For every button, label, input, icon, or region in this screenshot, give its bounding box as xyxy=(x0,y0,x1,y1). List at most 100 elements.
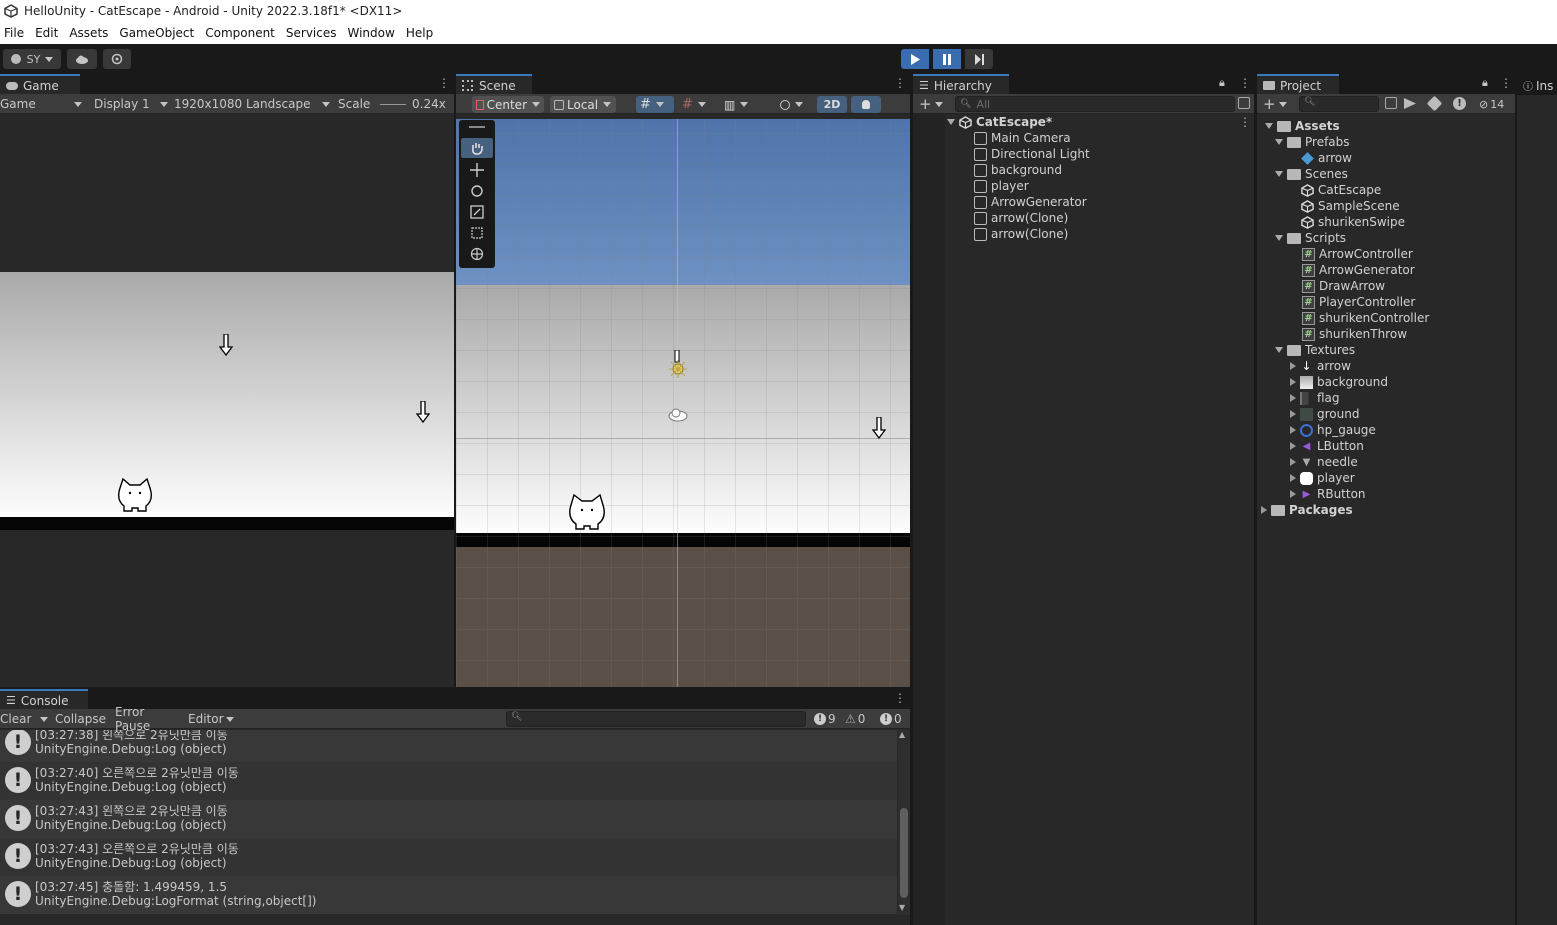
project-texture[interactable]: ◀ LButton xyxy=(1290,438,1364,454)
project-asset[interactable]: # DrawArrow xyxy=(1302,278,1385,294)
log-entry[interactable]: ! [03:27:40] 오른쪽으로 2유닛만큼 이동 UnityEngine.De… xyxy=(0,762,897,800)
project-folder-textures[interactable]: Textures xyxy=(1275,342,1355,358)
pivot-dropdown[interactable]: Center xyxy=(472,96,544,113)
menu-services[interactable]: Services xyxy=(282,26,344,40)
hierarchy-item[interactable]: ArrowGenerator xyxy=(974,194,1087,210)
lock-icon[interactable]: 🔒︎ xyxy=(1219,76,1225,90)
display-dropdown[interactable]: Display 1 xyxy=(94,94,168,114)
project-asset[interactable]: shurikenSwipe xyxy=(1301,214,1405,230)
menu-help[interactable]: Help xyxy=(402,26,440,40)
editor-dropdown[interactable]: Editor xyxy=(188,709,234,729)
fold-closed-icon[interactable] xyxy=(1290,378,1296,386)
menu-window[interactable]: Window xyxy=(344,26,402,40)
fold-open-icon[interactable] xyxy=(1275,171,1283,177)
log-entry[interactable]: ! [03:27:38] 왼쪽으로 2유닛만큼 이동 UnityEngine.Deb… xyxy=(0,730,897,762)
project-search-input[interactable]: 🔍︎ xyxy=(1299,96,1379,112)
scene-grid[interactable] xyxy=(456,119,910,687)
hierarchy-item[interactable]: Directional Light xyxy=(974,146,1090,162)
project-asset[interactable]: # shurikenController xyxy=(1302,310,1429,326)
log-entry[interactable]: ! [03:27:43] 왼쪽으로 2유닛만큼 이동 UnityEngine.Deb… xyxy=(0,800,897,838)
lock-icon[interactable]: 🔒︎ xyxy=(1482,76,1488,90)
menu-edit[interactable]: Edit xyxy=(31,26,65,40)
scroll-down-icon[interactable]: ▼ xyxy=(899,903,905,912)
menu-file[interactable]: File xyxy=(0,26,31,40)
tab-console[interactable]: ☰ Console xyxy=(0,689,88,710)
scrollbar-thumb[interactable] xyxy=(900,808,908,898)
menu-gameobject[interactable]: GameObject xyxy=(115,26,201,40)
move-tool-button[interactable] xyxy=(461,160,493,180)
hand-tool-button[interactable] xyxy=(461,138,493,158)
project-texture[interactable]: hp_gauge xyxy=(1290,422,1376,438)
fold-open-icon[interactable] xyxy=(1275,235,1283,241)
fold-open-icon[interactable] xyxy=(1275,347,1283,353)
console-scrollbar[interactable]: ▲ ▼ xyxy=(898,730,910,915)
fold-closed-icon[interactable] xyxy=(1290,442,1296,450)
project-texture[interactable]: ▶ RButton xyxy=(1290,486,1366,502)
account-button[interactable]: SY xyxy=(3,49,61,69)
tab-scene[interactable]: Scene xyxy=(456,74,532,95)
fold-open-icon[interactable] xyxy=(1265,123,1273,129)
project-asset[interactable]: arrow xyxy=(1301,150,1352,166)
scene-root-menu-icon[interactable]: ⋮ xyxy=(1239,116,1251,128)
log-count-toggle[interactable]: ! 9 xyxy=(814,709,840,729)
create-button[interactable]: + xyxy=(919,94,947,114)
project-create-button[interactable]: + xyxy=(1263,94,1291,114)
pause-button[interactable] xyxy=(933,49,961,69)
project-asset[interactable]: CatEscape xyxy=(1301,182,1381,198)
menu-assets[interactable]: Assets xyxy=(65,26,115,40)
console-search-input[interactable]: 🔍︎ xyxy=(506,711,806,727)
project-asset[interactable]: # shurikenThrow xyxy=(1302,326,1407,342)
fold-closed-icon[interactable] xyxy=(1290,458,1296,466)
increment-snap-toggle[interactable]: # xyxy=(678,96,716,113)
tab-inspector[interactable]: ⓘ Ins xyxy=(1517,74,1557,95)
play-button[interactable] xyxy=(901,49,929,69)
step-button[interactable] xyxy=(965,49,993,69)
transform-tool-button[interactable] xyxy=(461,244,493,264)
error-filter-icon[interactable]: ! xyxy=(1453,97,1466,110)
fold-closed-icon[interactable] xyxy=(1290,426,1296,434)
fold-open-icon[interactable] xyxy=(1275,139,1283,145)
space-dropdown[interactable]: Local xyxy=(550,96,616,113)
rect-tool-button[interactable] xyxy=(461,223,493,243)
fold-closed-icon[interactable] xyxy=(1261,506,1267,514)
scene-root-item[interactable]: CatEscape* xyxy=(947,114,1247,130)
draw-mode-dropdown[interactable] xyxy=(776,96,812,113)
project-texture[interactable]: player xyxy=(1290,470,1355,486)
warning-count-toggle[interactable]: ⚠ 0 xyxy=(845,709,873,729)
scale-slider[interactable] xyxy=(380,94,408,114)
resolution-dropdown[interactable]: 1920x1080 Landscape xyxy=(174,94,330,114)
error-pause-button[interactable]: Error Pause xyxy=(115,705,181,733)
search-by-type-icon[interactable] xyxy=(1385,97,1397,109)
hierarchy-item[interactable]: background xyxy=(974,162,1062,178)
project-asset[interactable]: # ArrowGenerator xyxy=(1302,262,1415,278)
project-texture[interactable]: flag xyxy=(1290,390,1340,406)
project-texture[interactable]: background xyxy=(1290,374,1388,390)
hierarchy-menu-icon[interactable]: ⋮ xyxy=(1239,77,1251,89)
game-view-dropdown[interactable]: Game xyxy=(0,94,82,114)
hierarchy-item[interactable]: player xyxy=(974,178,1029,194)
rotate-tool-button[interactable] xyxy=(461,181,493,201)
scene-menu-icon[interactable]: ⋮ xyxy=(894,77,906,89)
game-menu-icon[interactable]: ⋮ xyxy=(438,77,450,89)
tab-project[interactable]: Project xyxy=(1257,74,1339,95)
menu-component[interactable]: Component xyxy=(201,26,282,40)
project-folder-assets[interactable]: Assets xyxy=(1265,118,1340,134)
hierarchy-item[interactable]: arrow(Clone) xyxy=(974,226,1068,242)
grid-snap-toggle[interactable]: # xyxy=(636,96,674,113)
project-menu-icon[interactable]: ⋮ xyxy=(1500,77,1512,89)
fold-closed-icon[interactable] xyxy=(1290,474,1296,482)
project-folder-prefabs[interactable]: Prefabs xyxy=(1275,134,1350,150)
hidden-packages-toggle[interactable]: ⊘ 14 xyxy=(1479,94,1515,114)
tab-game[interactable]: Game xyxy=(0,74,80,95)
scene-visibility-icon[interactable] xyxy=(1238,97,1250,109)
fold-closed-icon[interactable] xyxy=(1290,410,1296,418)
cloud-button[interactable] xyxy=(67,49,97,69)
hierarchy-item[interactable]: arrow(Clone) xyxy=(974,210,1068,226)
project-texture[interactable]: ground xyxy=(1290,406,1359,422)
tag-icon[interactable] xyxy=(1426,95,1443,112)
project-asset[interactable]: # ArrowController xyxy=(1302,246,1413,262)
scroll-up-icon[interactable]: ▲ xyxy=(899,730,905,739)
grid-visibility-dropdown[interactable]: ▥ xyxy=(720,96,756,113)
log-entry[interactable]: ! [03:27:45] 충돌함: 1.499459, 1.5 UnityEngin… xyxy=(0,876,897,914)
error-count-toggle[interactable]: ! 0 xyxy=(880,709,908,729)
